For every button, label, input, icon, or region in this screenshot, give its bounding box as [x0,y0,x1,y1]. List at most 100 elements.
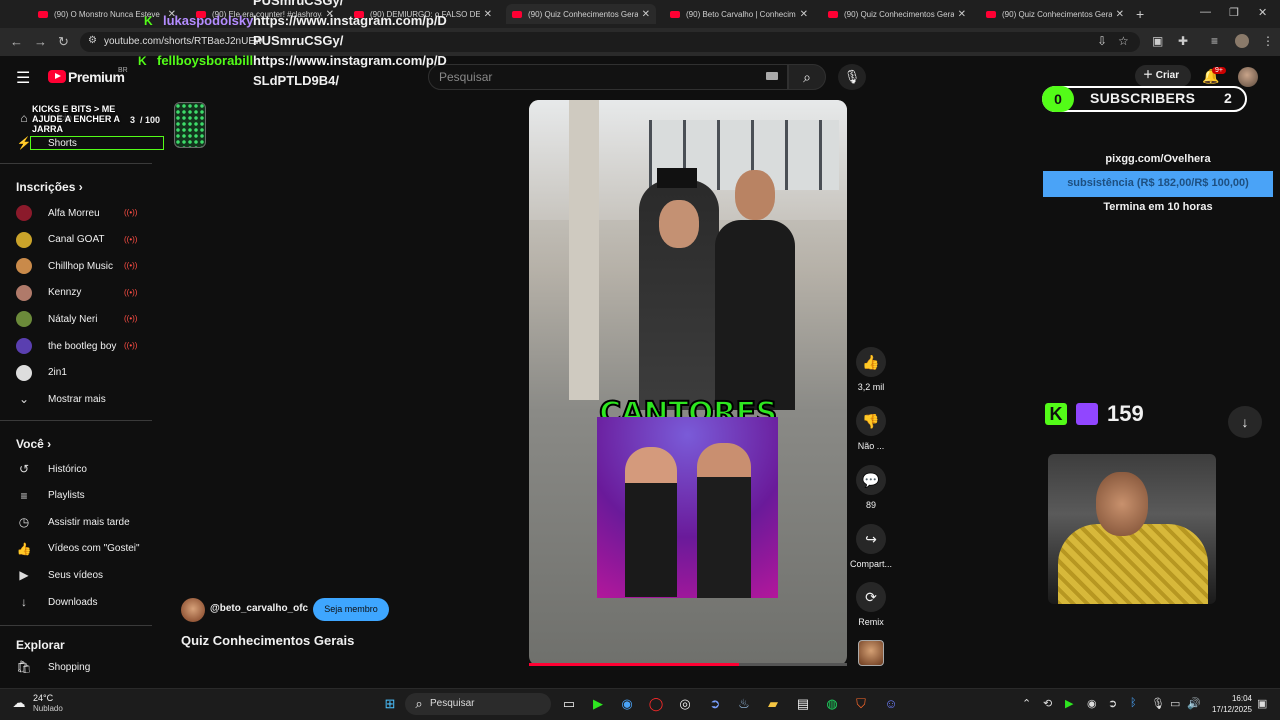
menu-hamburger-icon[interactable]: ☰ [16,68,30,88]
sidebar-item-clock[interactable]: ◷ Assistir mais tarde [16,512,130,532]
bluetooth-icon[interactable]: ᛒ [1130,697,1137,709]
minimize-button[interactable]: — [1200,6,1211,18]
browser-tab[interactable]: (90) Quiz Conhecimentos Gerais ✕ [506,4,656,24]
mic-icon[interactable]: 🎙 [1151,697,1165,710]
close-tab-icon[interactable]: ✕ [484,9,492,20]
sidebar-item-shorts[interactable]: ⚡ Shorts [16,133,77,153]
network-icon[interactable]: ▭ [1170,697,1180,710]
tray-app-icon[interactable]: ◉ [1087,697,1097,710]
weather-desc[interactable]: Nublado [33,704,63,713]
tray-app-icon[interactable]: ➲ [1108,697,1117,710]
youtube-favicon-icon [986,10,996,18]
channel-handle[interactable]: @beto_carvalho_ofc [210,603,308,614]
tray-kick-icon[interactable]: ▶ [1065,697,1073,710]
notifications-icon[interactable]: ▣ [1257,697,1267,710]
you-heading[interactable]: Você › [16,437,51,451]
thumbs-up-icon: 👍 [862,354,880,370]
opera-icon[interactable]: ◯ [647,695,665,713]
back-button[interactable]: ← [10,34,23,49]
close-window-button[interactable]: ✕ [1258,6,1267,19]
app-icon[interactable]: ➲ [706,695,724,713]
browser-tab[interactable]: (90) Quiz Conhecimentos Gerais ✕ [980,4,1130,24]
site-info-icon[interactable]: ⚙ [88,35,97,46]
task-view-icon[interactable]: ▭ [560,695,578,713]
app-icon[interactable]: ◎ [676,695,694,713]
discord-icon[interactable]: ☺ [882,695,900,713]
close-tab-icon[interactable]: ✕ [800,9,808,20]
tray-sync-icon[interactable]: ⟲ [1043,697,1052,710]
kick-app-icon[interactable]: ▶ [589,695,607,713]
join-button[interactable]: Seja membro [313,598,389,621]
sidebar-item-subscription[interactable]: Canal GOAT [16,230,105,250]
new-tab-button[interactable]: + [1136,6,1144,22]
weather-temp[interactable]: 24°C [33,693,53,703]
bookmark-star-icon[interactable]: ☆ [1118,34,1129,48]
sidebar-item-subscription[interactable]: 2in1 [16,363,67,383]
sidebar-item-playlists[interactable]: ≡ Playlists [16,486,84,506]
forward-button[interactable]: → [34,34,47,49]
sidebar-item-your-videos[interactable]: ▶ Seus vídeos [16,565,103,585]
browser-tab[interactable]: (90) Quiz Conhecimentos Gerais ✕ [822,4,972,24]
share-button[interactable]: ↪ [856,524,886,554]
dislike-button[interactable]: 👎 [856,406,886,436]
keyboard-icon[interactable] [766,72,778,80]
youtube-brand[interactable]: Premium [68,69,125,85]
sidebar-item-subscription[interactable]: the bootleg boy [16,336,116,356]
sidebar-item-shopping[interactable]: 🛍 Shopping [16,657,90,677]
taskbar-clock[interactable]: 16:04 17/12/2025 [1200,693,1252,715]
comments-button[interactable]: 💬 [856,465,886,495]
live-indicator-icon: ((•)) [124,341,138,350]
sidebar-item-history[interactable]: ↺ Histórico [16,459,87,479]
next-video-button[interactable]: ↓ [1228,406,1262,438]
sidebar-item-like[interactable]: 👍 Vídeos com "Gostei" [16,539,140,559]
close-tab-icon[interactable]: ✕ [958,9,966,20]
subscriptions-heading[interactable]: Inscrições › [16,180,83,194]
donation-goal-text: subsistência (R$ 182,00/R$ 100,00) [1067,177,1249,189]
sidebar-item-subscription[interactable]: Chillhop Music [16,256,113,276]
sidebar-item-download[interactable]: ↓ Downloads [16,592,97,612]
install-icon[interactable]: ⇩ [1097,34,1107,48]
voice-search-button[interactable]: 🎙 [838,64,866,90]
reading-list-icon[interactable]: ≡ [1211,34,1218,48]
close-tab-icon[interactable]: ✕ [642,9,650,20]
spotify-icon[interactable]: ◍ [823,695,841,713]
channel-avatar[interactable] [181,598,205,622]
share-label: Compart... [849,559,892,569]
close-tab-icon[interactable]: ✕ [1116,9,1124,20]
profile-icon[interactable] [1235,34,1249,48]
weather-cloud-icon[interactable]: ☁ [10,694,28,712]
steam-icon[interactable]: ♨ [735,695,753,713]
show-more-button[interactable]: ⌄ Mostrar mais [16,389,106,409]
sidebar-item-subscription[interactable]: Kennzy [16,283,81,303]
shorts-video-player[interactable]: CANTORES SERTANEJOS [529,100,847,666]
puzzle-icon[interactable]: ✚ [1178,34,1188,48]
video-progress-bar[interactable] [529,663,847,666]
video-title[interactable]: Quiz Conhecimentos Gerais [181,633,354,648]
maximize-button[interactable]: ❐ [1229,6,1239,19]
search-button[interactable]: ⌕ [788,64,826,90]
tab-title: (90) Beto Carvalho | Conhecimentos [686,9,796,19]
volume-icon[interactable]: 🔊 [1187,697,1201,710]
create-label: Criar [1155,70,1180,81]
windows-start-icon[interactable]: ⊞ [381,695,399,713]
person-right [715,220,795,410]
brave-icon[interactable]: ⛉ [852,695,870,713]
reload-button[interactable]: ↻ [58,34,69,50]
pix-url: pixgg.com/Ovelhera [1105,153,1211,165]
sidebar-item-subscription[interactable]: Alfa Morreu [16,203,100,223]
like-button[interactable]: 👍 [856,347,886,377]
extensions-icon[interactable]: ▣ [1152,34,1163,48]
user-avatar[interactable] [1238,67,1258,87]
browser-tab[interactable]: (90) Beto Carvalho | Conhecimentos ✕ [664,4,814,24]
menu-icon[interactable]: ⋮ [1262,34,1274,48]
sidebar-item-subscription[interactable]: Nátaly Neri [16,309,97,329]
browser-tab[interactable]: (90) O Monstro Nunca Esteve ✕ [32,4,182,24]
youtube-logo-icon[interactable] [48,70,66,83]
app-icon[interactable]: ▤ [794,695,812,713]
create-button[interactable]: ＋ Criar [1135,65,1191,87]
chrome-icon[interactable]: ◉ [618,695,636,713]
file-explorer-icon[interactable]: ▰ [764,695,782,713]
channel-thumbnail[interactable] [858,640,884,666]
remix-button[interactable]: ⟳ [856,582,886,612]
tray-chevron-icon[interactable]: ⌃ [1022,697,1031,710]
